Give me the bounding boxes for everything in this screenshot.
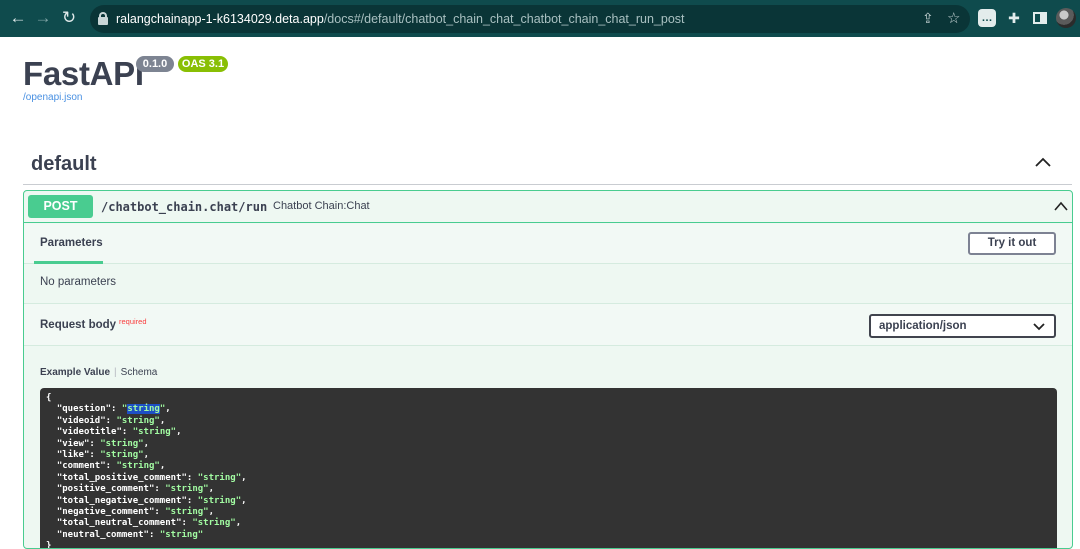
code-key: negative_comment bbox=[62, 507, 149, 518]
parameters-header: Parameters Try it out bbox=[24, 224, 1072, 264]
try-it-out-button[interactable]: Try it out bbox=[968, 232, 1056, 255]
request-body-header: Request body required application/json bbox=[24, 303, 1072, 346]
code-key: view bbox=[62, 438, 84, 449]
code-key: videoid bbox=[62, 415, 101, 426]
code-value-text: string bbox=[170, 507, 204, 518]
side-panel-icon[interactable] bbox=[1031, 9, 1049, 27]
forward-icon[interactable]: → bbox=[33, 8, 53, 28]
example-tabs: Example Value | Schema bbox=[40, 367, 157, 378]
tab-schema[interactable]: Schema bbox=[121, 367, 158, 378]
section-title[interactable]: default bbox=[31, 153, 97, 176]
address-bar[interactable]: ralangchainapp-1-k6134029.deta.app/docs#… bbox=[90, 5, 970, 33]
operation-summary[interactable]: POST /chatbot_chain.chat/run Chatbot Cha… bbox=[24, 191, 1072, 223]
code-value: "string" bbox=[165, 507, 209, 518]
content-type-value: application/json bbox=[879, 320, 967, 332]
code-line: "view": "string", bbox=[46, 438, 149, 449]
star-icon[interactable]: ☆ bbox=[947, 9, 960, 27]
code-value-text: string bbox=[138, 427, 171, 438]
code-line: "question": "string", bbox=[46, 404, 171, 415]
code-value: "string" bbox=[100, 438, 144, 449]
code-value-text: string bbox=[203, 495, 236, 506]
chevron-down-icon bbox=[1033, 323, 1045, 331]
code-line: "videotitle": "string", bbox=[46, 427, 182, 438]
code-line: "like": "string", bbox=[46, 450, 149, 461]
code-key: neutral_comment bbox=[62, 529, 144, 540]
request-body-label: Request body bbox=[40, 319, 117, 331]
code-value-text: string bbox=[127, 404, 160, 415]
tab-parameters[interactable]: Parameters bbox=[40, 237, 103, 249]
code-line: "negative_comment": "string", bbox=[46, 507, 215, 518]
url-text[interactable]: ralangchainapp-1-k6134029.deta.app/docs#… bbox=[116, 12, 685, 26]
code-value: "string" bbox=[100, 450, 144, 461]
no-parameters-text: No parameters bbox=[40, 276, 117, 288]
operation-path: /chatbot_chain.chat/run bbox=[101, 200, 268, 214]
code-key: comment bbox=[62, 461, 101, 472]
code-value-text: string bbox=[165, 529, 198, 540]
page-title: FastAPI bbox=[23, 55, 144, 92]
code-value: "string" bbox=[197, 495, 242, 506]
chat-extension-icon[interactable]: … bbox=[978, 9, 996, 27]
code-value-text: string bbox=[105, 450, 139, 461]
code-value-text: string bbox=[170, 484, 204, 495]
code-line: "neutral_comment": "string" bbox=[46, 529, 204, 540]
tab-example-value[interactable]: Example Value bbox=[40, 367, 110, 378]
code-value: "string" bbox=[116, 415, 160, 426]
puzzle-icon[interactable]: ✚ bbox=[1005, 9, 1023, 27]
method-badge: POST bbox=[28, 195, 93, 218]
code-line: "total_neutral_comment": "string", bbox=[46, 518, 242, 529]
code-value: "string" bbox=[159, 529, 204, 540]
code-value: "string" bbox=[132, 427, 177, 438]
version-badge: 0.1.0 bbox=[136, 56, 174, 72]
tab-underline bbox=[34, 261, 103, 264]
code-value: "string" bbox=[121, 404, 166, 415]
code-value-text: string bbox=[121, 461, 155, 472]
share-icon[interactable]: ⇪ bbox=[922, 10, 934, 27]
code-value-text: string bbox=[197, 518, 231, 529]
section-divider bbox=[23, 184, 1072, 185]
chevron-up-icon[interactable] bbox=[1034, 155, 1052, 169]
example-code-block[interactable]: { "question": "string", "videoid": "stri… bbox=[40, 388, 1057, 549]
code-line: "videoid": "string", bbox=[46, 415, 166, 426]
code-key: total_negative_comment bbox=[62, 495, 182, 506]
code-key: question bbox=[62, 404, 106, 415]
url-path: /docs#/default/chatbot_chain_chat_chatbo… bbox=[323, 12, 685, 26]
code-value: "string" bbox=[116, 461, 160, 472]
tab-separator: | bbox=[114, 367, 117, 378]
code-brace-close: } bbox=[46, 541, 52, 549]
code-value: "string" bbox=[197, 472, 242, 483]
reload-icon[interactable]: ↻ bbox=[59, 8, 79, 28]
code-key: videotitle bbox=[62, 427, 117, 438]
code-value: "string" bbox=[165, 484, 209, 495]
content-type-select[interactable]: application/json bbox=[869, 314, 1056, 338]
browser-toolbar: ← → ↻ ralangchainapp-1-k6134029.deta.app… bbox=[0, 0, 1080, 37]
avatar[interactable] bbox=[1056, 8, 1076, 28]
code-value-text: string bbox=[105, 438, 139, 449]
operation-description: Chatbot Chain:Chat bbox=[273, 200, 370, 212]
openapi-json-link[interactable]: /openapi.json bbox=[23, 92, 83, 103]
required-label: required bbox=[119, 317, 147, 326]
oas-badge: OAS 3.1 bbox=[178, 56, 228, 72]
url-host: ralangchainapp-1-k6134029.deta.app bbox=[116, 12, 324, 26]
code-line: "positive_comment": "string", bbox=[46, 484, 215, 495]
code-value-text: string bbox=[203, 472, 236, 483]
code-key: like bbox=[62, 450, 84, 461]
chevron-up-icon[interactable] bbox=[1053, 200, 1069, 212]
code-value-text: string bbox=[121, 415, 155, 426]
code-line: "total_positive_comment": "string", bbox=[46, 472, 247, 483]
lock-icon[interactable] bbox=[98, 12, 108, 25]
code-line: "total_negative_comment": "string", bbox=[46, 495, 247, 506]
code-value: "string" bbox=[192, 518, 236, 529]
code-brace-open: { bbox=[46, 393, 52, 403]
code-key: total_positive_comment bbox=[62, 472, 182, 483]
back-icon[interactable]: ← bbox=[8, 8, 28, 28]
code-line: "comment": "string", bbox=[46, 461, 166, 472]
code-key: positive_comment bbox=[62, 484, 149, 495]
operation-block: POST /chatbot_chain.chat/run Chatbot Cha… bbox=[23, 190, 1073, 549]
code-key: total_neutral_comment bbox=[62, 518, 177, 529]
